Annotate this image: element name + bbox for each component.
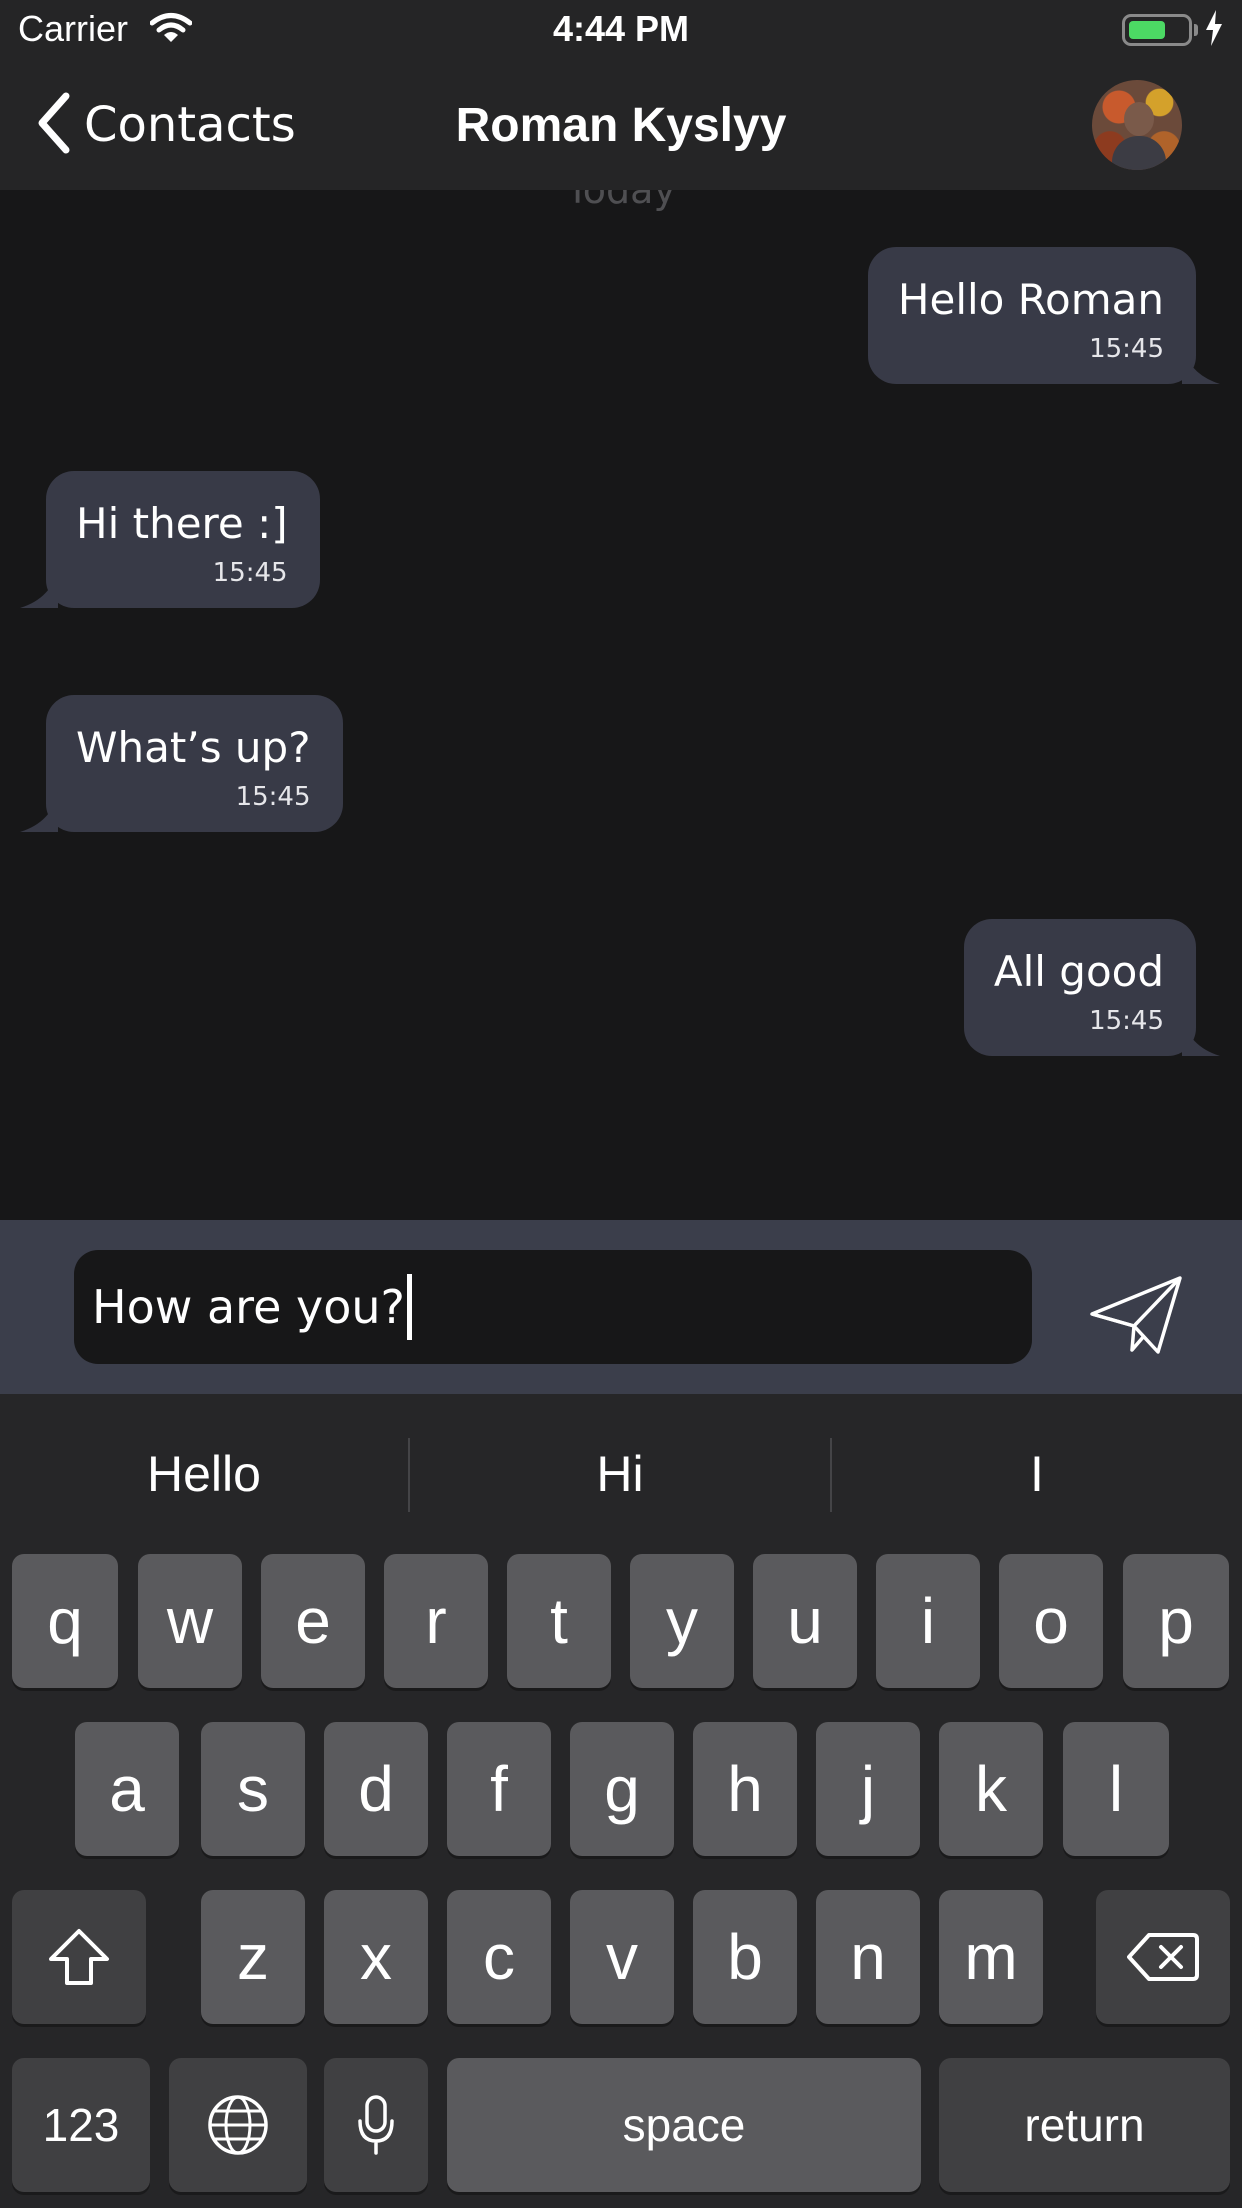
key-j[interactable]: j bbox=[816, 1722, 920, 1856]
message-bubble-incoming[interactable]: Hi there :] 15:45 bbox=[20, 471, 320, 608]
message-bubble-outgoing[interactable]: All good 15:45 bbox=[963, 919, 1220, 1056]
message-text: What’s up? bbox=[76, 723, 311, 772]
message-input[interactable]: How are you? bbox=[74, 1250, 1032, 1364]
suggestion-item[interactable]: I bbox=[832, 1394, 1242, 1554]
shift-arrow-icon bbox=[49, 1929, 109, 1985]
space-key[interactable]: space bbox=[447, 2058, 921, 2192]
key-v[interactable]: v bbox=[570, 1890, 674, 2024]
battery-level-fill bbox=[1129, 21, 1165, 39]
key-c[interactable]: c bbox=[447, 1890, 551, 2024]
key-z[interactable]: z bbox=[201, 1890, 305, 2024]
key-y[interactable]: y bbox=[630, 1554, 734, 1688]
key-w[interactable]: w bbox=[138, 1554, 242, 1688]
message-time: 15:45 bbox=[235, 782, 311, 812]
keyboard: Hello Hi I q w e r t y u i o p a s d f g… bbox=[0, 1394, 1242, 2208]
key-f[interactable]: f bbox=[447, 1722, 551, 1856]
key-d[interactable]: d bbox=[324, 1722, 428, 1856]
bubble-tail bbox=[20, 568, 58, 608]
key-g[interactable]: g bbox=[570, 1722, 674, 1856]
contact-avatar[interactable] bbox=[1092, 80, 1182, 170]
avatar-body bbox=[1112, 136, 1166, 170]
key-t[interactable]: t bbox=[507, 1554, 611, 1688]
avatar-head bbox=[1124, 102, 1154, 136]
page-title: Roman Kyslyy bbox=[455, 99, 787, 152]
paper-plane-icon bbox=[1090, 1276, 1182, 1354]
status-bar: Carrier 4:44 PM bbox=[0, 0, 1242, 60]
key-r[interactable]: r bbox=[384, 1554, 488, 1688]
key-u[interactable]: u bbox=[753, 1554, 857, 1688]
microphone-icon bbox=[358, 2095, 394, 2155]
return-key[interactable]: return bbox=[939, 2058, 1230, 2192]
key-a[interactable]: a bbox=[75, 1722, 179, 1856]
status-time: 4:44 PM bbox=[552, 8, 690, 49]
suggestion-item[interactable]: Hello bbox=[0, 1394, 408, 1554]
chat-thread[interactable]: Today Hello Roman 15:45 Hi there :] 15:4… bbox=[0, 190, 1242, 1220]
globe-icon bbox=[208, 2095, 268, 2155]
message-text: Hi there :] bbox=[76, 499, 288, 548]
shift-key[interactable] bbox=[12, 1890, 146, 2024]
key-p[interactable]: p bbox=[1123, 1554, 1229, 1688]
key-x[interactable]: x bbox=[324, 1890, 428, 2024]
message-text: Hello Roman bbox=[897, 275, 1164, 324]
message-bubble-incoming[interactable]: What’s up? 15:45 bbox=[20, 695, 343, 832]
bubble-tail bbox=[20, 792, 58, 832]
bubble-tail bbox=[1182, 344, 1220, 384]
key-e[interactable]: e bbox=[261, 1554, 365, 1688]
bubble-tail bbox=[1182, 1016, 1220, 1056]
backspace-icon bbox=[1127, 1933, 1199, 1981]
battery-icon bbox=[1122, 14, 1192, 46]
key-i[interactable]: i bbox=[876, 1554, 980, 1688]
message-composer: How are you? bbox=[0, 1220, 1242, 1394]
navigation-bar: Contacts Roman Kyslyy bbox=[0, 60, 1242, 190]
message-time: 15:45 bbox=[1089, 1006, 1164, 1036]
key-o[interactable]: o bbox=[999, 1554, 1103, 1688]
numbers-key[interactable]: 123 bbox=[12, 2058, 150, 2192]
message-text: All good bbox=[993, 947, 1164, 996]
key-n[interactable]: n bbox=[816, 1890, 920, 2024]
message-time: 15:45 bbox=[212, 558, 288, 588]
delete-key[interactable] bbox=[1096, 1890, 1230, 2024]
key-b[interactable]: b bbox=[693, 1890, 797, 2024]
message-bubble-outgoing[interactable]: Hello Roman 15:45 bbox=[867, 247, 1220, 384]
date-separator: Today bbox=[566, 190, 676, 212]
globe-key[interactable] bbox=[169, 2058, 307, 2192]
text-caret bbox=[406, 1274, 412, 1340]
message-time: 15:45 bbox=[1089, 334, 1164, 364]
key-s[interactable]: s bbox=[201, 1722, 305, 1856]
charging-bolt-icon bbox=[1204, 10, 1224, 50]
key-k[interactable]: k bbox=[939, 1722, 1043, 1856]
message-input-text: How are you? bbox=[92, 1280, 405, 1334]
key-l[interactable]: l bbox=[1063, 1722, 1169, 1856]
key-m[interactable]: m bbox=[939, 1890, 1043, 2024]
send-button[interactable] bbox=[1088, 1274, 1184, 1358]
suggestion-item[interactable]: Hi bbox=[410, 1394, 830, 1554]
battery-nub bbox=[1194, 24, 1198, 36]
key-h[interactable]: h bbox=[693, 1722, 797, 1856]
key-q[interactable]: q bbox=[12, 1554, 118, 1688]
dictation-key[interactable] bbox=[324, 2058, 428, 2192]
